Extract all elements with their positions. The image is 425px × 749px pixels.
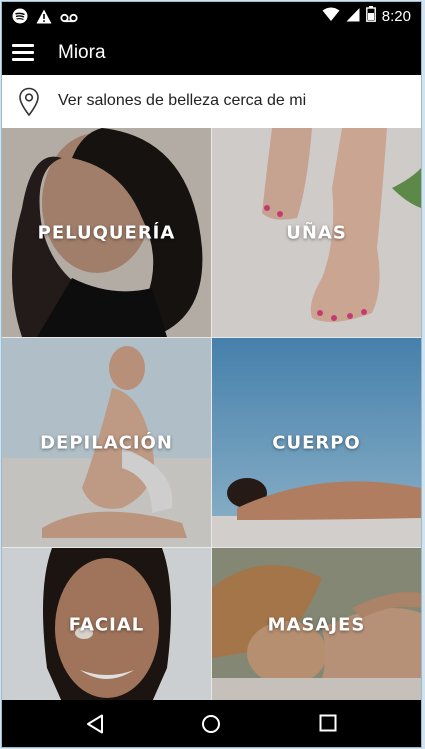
- status-time: 8:20: [381, 8, 411, 25]
- category-label: DEPILACIÓN: [40, 432, 173, 453]
- navigation-bar: [2, 700, 421, 747]
- location-pin-icon: [18, 87, 40, 122]
- back-triangle-icon[interactable]: [86, 714, 104, 739]
- category-label: CUERPO: [272, 432, 361, 453]
- nearby-salons-label: Ver salones de belleza cerca de mi: [58, 92, 307, 109]
- wifi-icon: [322, 7, 340, 27]
- category-tile-depilacion[interactable]: DEPILACIÓN: [2, 338, 211, 547]
- warning-icon: [36, 9, 52, 29]
- spotify-icon: [12, 8, 28, 29]
- phone-screen: 8:20 Miora Ver salones de belleza cerca …: [2, 2, 421, 747]
- battery-icon: [365, 6, 376, 27]
- app-bar: Miora: [2, 32, 421, 75]
- category-label: UÑAS: [286, 222, 347, 243]
- status-icons-right: 8:20: [322, 6, 411, 27]
- voicemail-icon: [60, 10, 78, 28]
- hamburger-menu-icon[interactable]: [12, 44, 34, 62]
- category-label: FACIAL: [68, 614, 145, 636]
- category-tile-cuerpo[interactable]: CUERPO: [212, 338, 421, 547]
- app-title: Miora: [58, 42, 106, 63]
- category-tile-peluqueria[interactable]: PELUQUERÍA: [2, 128, 211, 337]
- status-icons-left: [12, 8, 78, 29]
- category-label: PELUQUERÍA: [37, 222, 176, 243]
- nearby-salons-link[interactable]: Ver salones de belleza cerca de mi: [2, 75, 421, 128]
- category-grid: PELUQUERÍA UÑAS DEPILACIÓN CUERPO FACIAL…: [2, 128, 421, 702]
- category-tile-facial[interactable]: FACIAL: [2, 548, 211, 702]
- recents-square-icon[interactable]: [319, 714, 337, 737]
- home-circle-icon[interactable]: [201, 714, 221, 739]
- status-bar: 8:20: [2, 2, 421, 32]
- category-tile-unas[interactable]: UÑAS: [212, 128, 421, 337]
- category-label: MASAJES: [267, 614, 366, 636]
- signal-icon: [346, 7, 360, 27]
- category-tile-masajes[interactable]: MASAJES: [212, 548, 421, 702]
